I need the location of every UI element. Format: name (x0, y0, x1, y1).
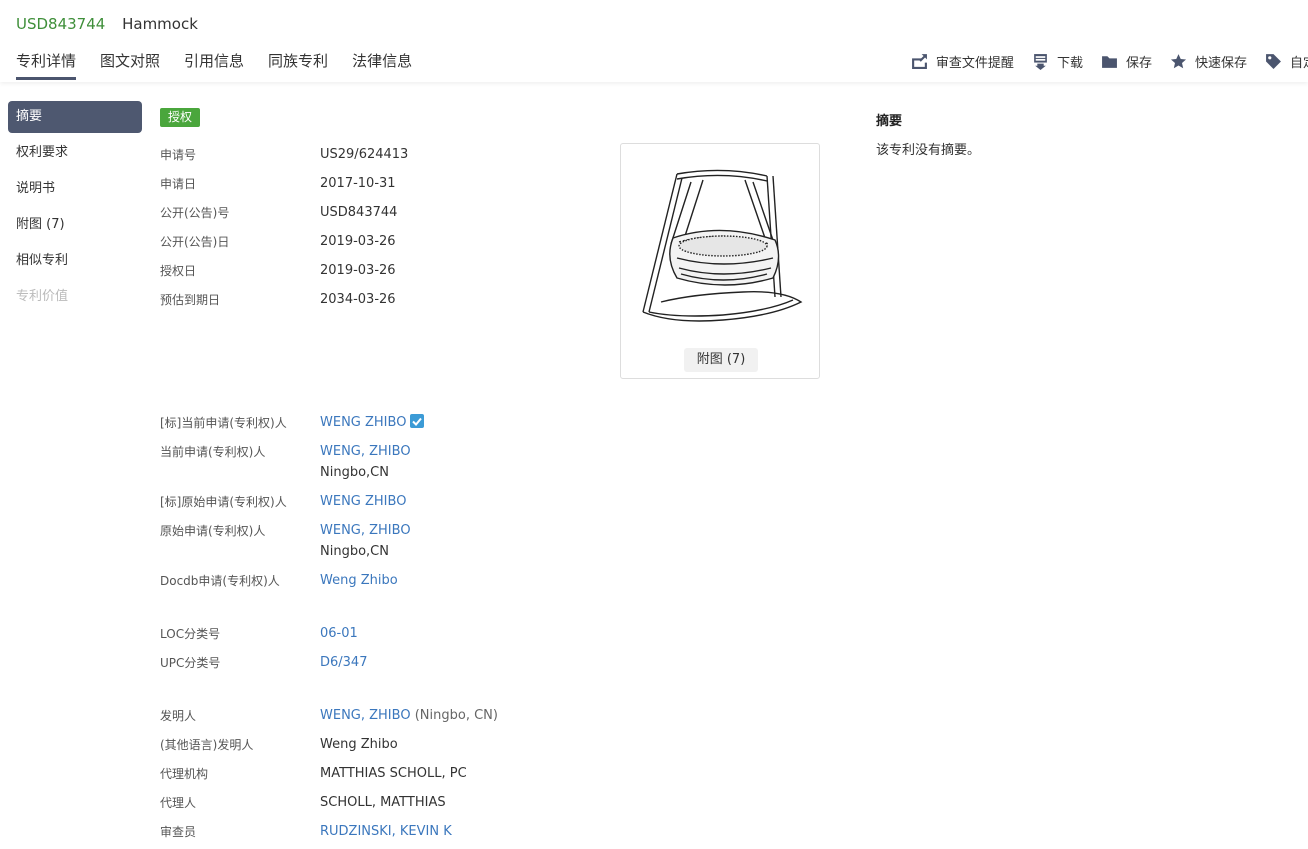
field-value: 2017-10-31 (320, 176, 396, 191)
applicant-link[interactable]: WENG, ZHIBO (320, 522, 411, 540)
tab-patent-detail[interactable]: 专利详情 (16, 48, 77, 80)
hammock-drawing (642, 169, 803, 322)
custom-tag-label: 自定 (1289, 55, 1308, 71)
field-label: 公开(公告)号 (160, 206, 230, 220)
field-value: MATTHIAS SCHOLL, PC (320, 766, 467, 781)
field-label: UPC分类号 (160, 656, 221, 670)
nav-item-figures[interactable]: 附图 (7) (8, 209, 142, 241)
field-value: 2019-03-26 (320, 234, 396, 249)
field-label: 授权日 (160, 264, 197, 278)
header: USD843744 Hammock 专利详情 图文对照 引用信息 同族专利 法律… (0, 0, 1308, 82)
publication-number: USD843744 (16, 15, 106, 33)
field-value: SCHOLL, MATTHIAS (320, 795, 446, 810)
field-label: 当前申请(专利权)人 (160, 445, 266, 459)
field-label: 申请日 (160, 177, 197, 191)
field-value: Weng Zhibo (320, 737, 398, 752)
applicant-location: Ningbo,CN (320, 465, 389, 480)
inventor-location: (Ningbo, CN) (414, 708, 498, 723)
field-label: (其他语言)发明人 (160, 738, 254, 752)
applicant-link[interactable]: Weng Zhibo (320, 572, 398, 590)
verified-check-icon (410, 414, 425, 428)
download-button[interactable]: 下载 (1032, 52, 1083, 71)
tab-figure-compare[interactable]: 图文对照 (100, 48, 160, 80)
save-button[interactable]: 保存 (1101, 52, 1152, 71)
tab-bar: 专利详情 图文对照 引用信息 同族专利 法律信息 (16, 48, 436, 82)
quick-save-label: 快速保存 (1194, 55, 1247, 71)
patent-title: Hammock (122, 15, 198, 33)
field-label: 发明人 (160, 709, 197, 723)
field-value: 2034-03-26 (320, 292, 396, 307)
nav-item-similar[interactable]: 相似专利 (8, 245, 142, 277)
title-row: USD843744 Hammock (16, 15, 198, 33)
tab-family[interactable]: 同族专利 (268, 48, 328, 80)
review-alert-icon (911, 53, 927, 69)
side-nav: 摘要 权利要求 说明书 附图 (7) 相似专利 专利价值 (8, 101, 142, 317)
folder-icon (1102, 55, 1117, 68)
review-alert-label: 审查文件提醒 (935, 55, 1014, 71)
field-label: 代理人 (160, 796, 197, 810)
patent-detail-page: USD843744 Hammock 专利详情 图文对照 引用信息 同族专利 法律… (0, 0, 1308, 849)
inventor-link[interactable]: WENG, ZHIBO (320, 708, 411, 723)
field-label: 代理机构 (160, 767, 209, 781)
status-badge: 授权 (160, 108, 201, 127)
tab-legal[interactable]: 法律信息 (352, 48, 412, 80)
nav-item-value: 专利价值 (16, 289, 69, 304)
field-label: 申请号 (160, 148, 197, 162)
nav-item-description[interactable]: 说明书 (8, 173, 142, 205)
field-label: [标]原始申请(专利权)人 (160, 495, 287, 509)
custom-tag-button[interactable]: 自定 (1265, 52, 1308, 71)
field-label: LOC分类号 (160, 627, 221, 641)
applicant-link[interactable]: WENG, ZHIBO (320, 443, 411, 461)
field-label: 审查员 (160, 825, 197, 839)
abstract-text: 该专利没有摘要。 (876, 143, 981, 158)
examiner-link[interactable]: RUDZINSKI, KEVIN K (320, 823, 452, 841)
figure-preview[interactable]: 附图 (7) (620, 143, 820, 379)
abstract-title: 摘要 (876, 114, 903, 129)
nav-item-claims[interactable]: 权利要求 (8, 137, 142, 169)
field-value: 2019-03-26 (320, 263, 396, 278)
download-label: 下载 (1056, 55, 1083, 71)
applicant-link[interactable]: WENG ZHIBO (320, 493, 406, 511)
quick-save-button[interactable]: 快速保存 (1170, 52, 1247, 71)
review-alert-button[interactable]: 审查文件提醒 (911, 52, 1014, 71)
field-value: US29/624413 (320, 147, 409, 162)
nav-item-abstract[interactable]: 摘要 (8, 101, 142, 133)
field-label: 原始申请(专利权)人 (160, 524, 266, 538)
figures-button[interactable]: 附图 (7) (684, 348, 758, 372)
applicant-name: WENG ZHIBO (320, 415, 407, 430)
applicant-location: Ningbo,CN (320, 544, 389, 559)
upc-class-link[interactable]: D6/347 (320, 654, 367, 672)
field-label: 公开(公告)日 (160, 235, 230, 249)
field-label: Docdb申请(专利权)人 (160, 574, 280, 588)
tab-citations[interactable]: 引用信息 (184, 48, 244, 80)
pdf-download-icon (1034, 53, 1047, 70)
field-label: 预估到期日 (160, 293, 221, 307)
inventor-value: WENG, ZHIBO (Ningbo, CN) (320, 707, 498, 725)
tag-icon (1266, 53, 1281, 69)
save-label: 保存 (1125, 55, 1152, 71)
star-icon (1170, 53, 1187, 68)
field-value: USD843744 (320, 205, 398, 220)
field-label: [标]当前申请(专利权)人 (160, 416, 287, 430)
action-bar: 审查文件提醒 下载 保存 快速保存 自定 (893, 50, 1308, 72)
loc-class-link[interactable]: 06-01 (320, 625, 358, 643)
applicant-link[interactable]: WENG ZHIBO (320, 414, 425, 432)
